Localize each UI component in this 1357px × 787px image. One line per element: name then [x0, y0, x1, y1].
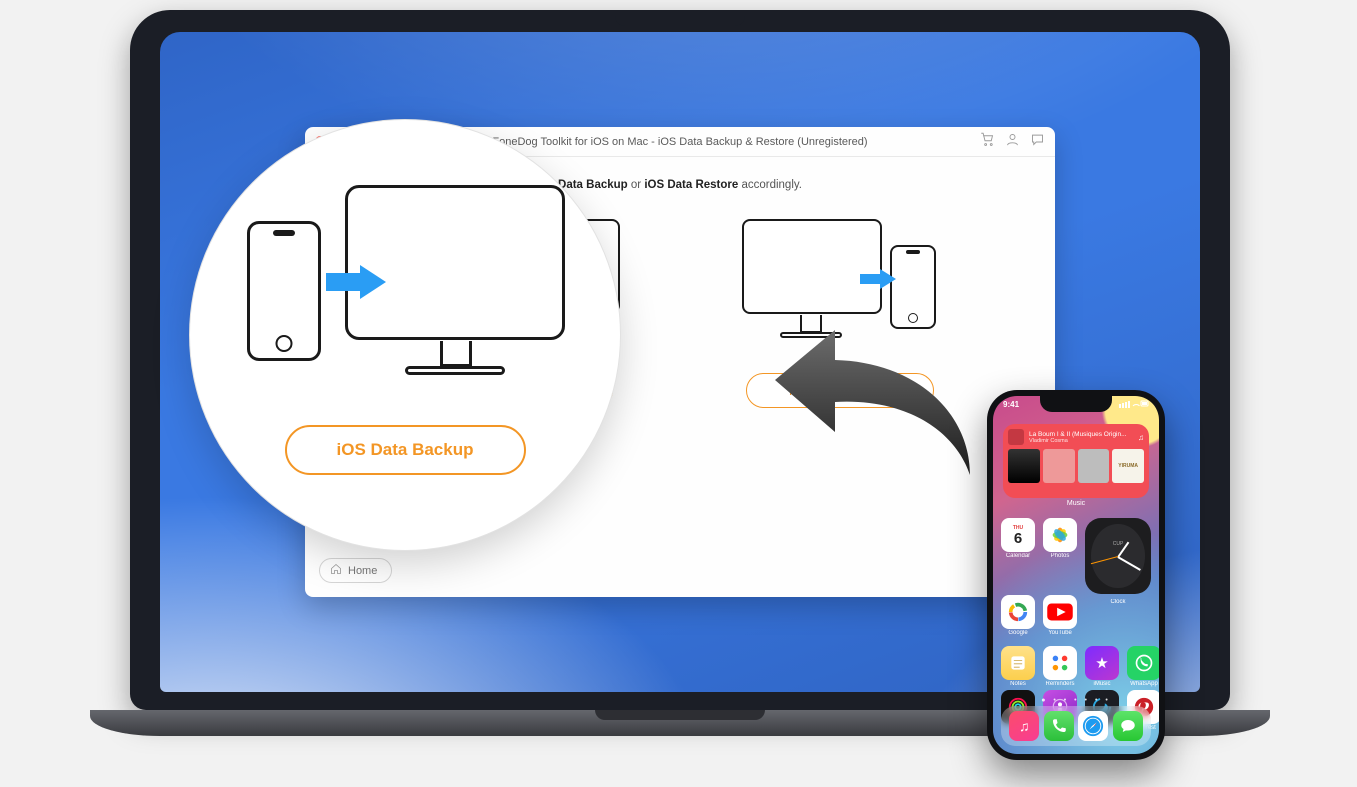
- laptop-notch: [615, 10, 745, 26]
- home-button[interactable]: Home: [319, 558, 392, 583]
- app-label: Calendar: [1001, 553, 1035, 559]
- dock-safari-icon[interactable]: [1078, 711, 1108, 741]
- status-indicators: [1119, 400, 1149, 410]
- app-label: Clock: [1085, 599, 1151, 605]
- notes-app-icon[interactable]: [1001, 646, 1035, 680]
- app-label: Photos: [1043, 553, 1077, 559]
- whatsapp-app-icon[interactable]: [1127, 646, 1159, 680]
- dock-music-icon[interactable]: ♫: [1009, 711, 1039, 741]
- user-icon[interactable]: [1005, 132, 1020, 152]
- feedback-icon[interactable]: [1030, 132, 1045, 152]
- arrow-right-icon: [323, 265, 389, 299]
- app-label: Reminders: [1043, 681, 1077, 687]
- photos-app-icon[interactable]: [1043, 518, 1077, 552]
- imusic-app-icon[interactable]: ★: [1085, 646, 1119, 680]
- music-note-icon: ♫: [1138, 433, 1144, 442]
- status-time: 9:41: [1003, 400, 1019, 410]
- app-label: iMusic: [1085, 681, 1119, 687]
- zoom-lens: iOS Data Backup: [190, 120, 620, 550]
- google-app-icon[interactable]: [1001, 595, 1035, 629]
- pointer-arrow-icon: [765, 320, 975, 480]
- music-track-title: La Boum I & II (Musiques Origin...: [1029, 431, 1133, 438]
- zoom-backup-illustration: [245, 185, 565, 385]
- home-label: Home: [348, 565, 377, 577]
- app-label: Google: [1001, 630, 1035, 636]
- page-dots[interactable]: ● • • • • • •: [993, 697, 1159, 704]
- app-label: WhatsApp: [1127, 681, 1159, 687]
- iphone-frame: 9:41 La Boum I & II (Musiques Origin... …: [987, 390, 1165, 760]
- clock-widget[interactable]: CUP Clock: [1085, 518, 1151, 594]
- album-cover[interactable]: YIRUMA: [1112, 449, 1144, 483]
- arrow-right-icon: [858, 269, 898, 289]
- album-cover[interactable]: [1008, 449, 1040, 483]
- dock-messages-icon[interactable]: [1113, 711, 1143, 741]
- calendar-app-icon[interactable]: THU 6: [1001, 518, 1035, 552]
- music-widget[interactable]: La Boum I & II (Musiques Origin... Vladi…: [1003, 424, 1149, 498]
- dock: ♫: [1001, 706, 1151, 746]
- reminders-app-icon[interactable]: [1043, 646, 1077, 680]
- zoom-backup-button[interactable]: iOS Data Backup: [285, 425, 526, 475]
- app-label: YouTube: [1043, 630, 1077, 636]
- album-cover[interactable]: [1078, 449, 1110, 483]
- home-icon: [330, 563, 342, 578]
- album-cover[interactable]: [1043, 449, 1075, 483]
- dock-phone-icon[interactable]: [1044, 711, 1074, 741]
- status-bar: 9:41: [993, 400, 1159, 410]
- music-artist: Vladimir Cosma: [1029, 438, 1133, 444]
- album-art-icon: [1008, 429, 1024, 445]
- cart-icon[interactable]: [980, 132, 995, 152]
- app-label: Notes: [1001, 681, 1035, 687]
- iphone-screen: 9:41 La Boum I & II (Musiques Origin... …: [993, 396, 1159, 754]
- youtube-app-icon[interactable]: [1043, 595, 1077, 629]
